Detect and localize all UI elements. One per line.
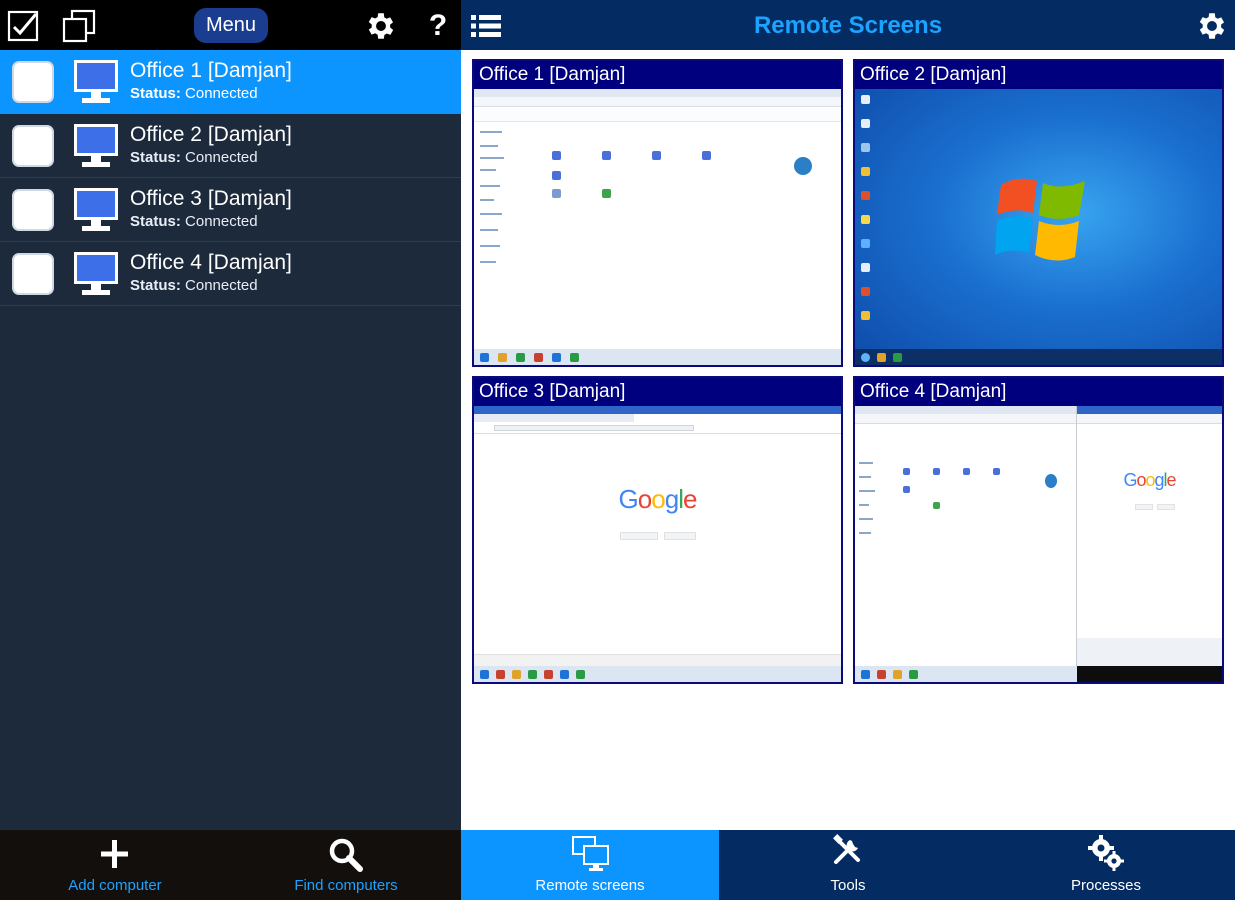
screen-title: Office 3 [Damjan] <box>474 378 841 406</box>
monitor-icon <box>74 124 118 167</box>
page-title: Remote Screens <box>753 12 943 39</box>
remote-screens-panel: Remote Screens Office 1 [Damjan] Office … <box>461 0 1235 900</box>
tab-label: Processes <box>1070 877 1142 894</box>
tab-processes[interactable]: Processes <box>977 830 1235 900</box>
right-header: Remote Screens <box>461 0 1235 50</box>
screen-thumbnail <box>855 89 1222 365</box>
screen-thumbnail: Google <box>855 406 1222 682</box>
screen-tile-office-1[interactable]: Office 1 [Damjan] <box>472 59 843 367</box>
find-computers-label: Find computers <box>294 877 398 894</box>
computer-row-office-1[interactable]: Office 1 [Damjan] Status: Connected <box>0 50 461 114</box>
computer-name: Office 1 [Damjan] <box>130 59 292 82</box>
help-glyph: ? <box>428 9 448 42</box>
screen-thumbnail: Google <box>474 406 841 682</box>
find-computers-button[interactable]: Find computers <box>280 830 412 900</box>
left-toolbar: Menu ? <box>0 0 461 50</box>
tools-icon <box>833 834 860 864</box>
processes-gears-icon <box>1088 835 1124 871</box>
add-computer-label: Add computer <box>68 877 162 894</box>
search-icon <box>329 838 363 872</box>
computer-row-office-2[interactable]: Office 2 [Damjan] Status: Connected <box>0 114 461 178</box>
tab-remote-screens[interactable]: Remote screens <box>461 830 719 900</box>
computer-list-panel: Menu ? Office 1 [Damjan] Status: Connect… <box>0 0 461 900</box>
computer-status: Status: Connected <box>130 149 258 166</box>
computer-name: Office 2 [Damjan] <box>130 123 292 146</box>
menu-button-label: Menu <box>205 14 257 36</box>
plus-icon <box>101 840 128 868</box>
windows-icon[interactable] <box>62 9 96 43</box>
screen-tile-office-4[interactable]: Office 4 [Damjan] Google <box>853 376 1224 684</box>
computer-checkbox[interactable] <box>12 253 54 295</box>
screen-tile-office-2[interactable]: Office 2 [Damjan] <box>853 59 1224 367</box>
computer-checkbox[interactable] <box>12 189 54 231</box>
monitor-icon <box>74 252 118 295</box>
select-all-icon[interactable] <box>6 9 40 43</box>
computer-status: Status: Connected <box>130 277 258 294</box>
computer-list: Office 1 [Damjan] Status: Connected Offi… <box>0 50 461 306</box>
screen-thumbnail <box>474 89 841 365</box>
add-computer-button[interactable]: Add computer <box>50 830 180 900</box>
help-icon[interactable]: ? <box>421 9 455 43</box>
computer-row-office-3[interactable]: Office 3 [Damjan] Status: Connected <box>0 178 461 242</box>
menu-button[interactable]: Menu <box>194 8 268 43</box>
tab-label: Tools <box>830 877 866 894</box>
computer-name: Office 4 [Damjan] <box>130 251 292 274</box>
google-logo: Google <box>1123 470 1176 490</box>
left-bottom-bar: Add computer Find computers <box>0 830 461 900</box>
settings-gear-icon[interactable] <box>1195 9 1229 43</box>
computer-checkbox[interactable] <box>12 125 54 167</box>
bottom-tab-bar: Remote screens Tools Processes <box>461 830 1235 900</box>
screen-tile-office-3[interactable]: Office 3 [Damjan] Google <box>472 376 843 684</box>
computer-status: Status: Connected <box>130 213 258 230</box>
monitor-icon <box>74 188 118 231</box>
windows-logo-icon <box>995 178 1085 261</box>
gear-icon[interactable] <box>364 9 398 43</box>
monitor-icon <box>74 60 118 103</box>
remote-screens-icon <box>572 836 609 871</box>
tab-tools[interactable]: Tools <box>719 830 977 900</box>
computer-name: Office 3 [Damjan] <box>130 187 292 210</box>
screen-title: Office 1 [Damjan] <box>474 61 841 89</box>
computer-checkbox[interactable] <box>12 61 54 103</box>
google-logo: Google <box>618 484 698 514</box>
tab-label: Remote screens <box>535 877 645 894</box>
screen-title: Office 2 [Damjan] <box>855 61 1222 89</box>
computer-status: Status: Connected <box>130 85 258 102</box>
computer-row-office-4[interactable]: Office 4 [Damjan] Status: Connected <box>0 242 461 306</box>
screen-title: Office 4 [Damjan] <box>855 378 1222 406</box>
